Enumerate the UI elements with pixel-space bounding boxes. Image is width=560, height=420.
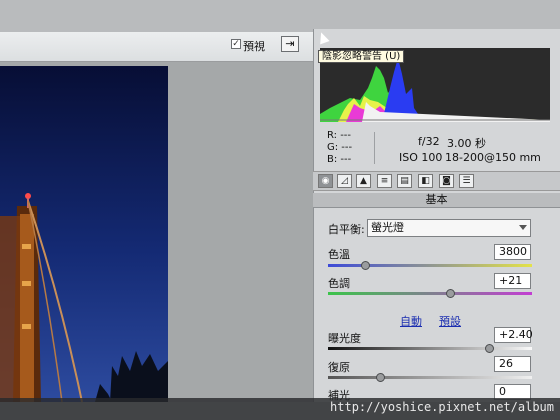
temperature-input[interactable]: 3800	[494, 244, 531, 260]
auto-link[interactable]: 自動	[400, 313, 422, 329]
watermark-bar: http://yoshice.pixnet.net/album	[0, 398, 560, 420]
temperature-slider[interactable]	[361, 261, 370, 270]
temperature-label: 色溫	[328, 248, 350, 261]
readout-r: R: ---	[327, 130, 352, 141]
section-title: 基本	[313, 193, 560, 208]
tint-track[interactable]	[328, 292, 532, 295]
readout-b: B: ---	[327, 154, 352, 165]
lens-icon[interactable]: ◧	[418, 174, 433, 188]
tint-label: 色調	[328, 277, 350, 290]
white-balance-label: 白平衡:	[328, 223, 365, 236]
chevron-down-icon[interactable]	[519, 225, 527, 230]
recovery-input[interactable]: 26	[494, 356, 531, 372]
split-icon[interactable]: ▤	[397, 174, 412, 188]
exposure-input[interactable]: +2.40	[494, 327, 533, 343]
default-link[interactable]: 預設	[439, 313, 461, 329]
photo-preview[interactable]	[0, 66, 168, 402]
recovery-label: 復原	[328, 361, 350, 374]
mountain-icon[interactable]: ▲	[356, 174, 371, 188]
fullscreen-toggle-icon[interactable]: ⇥	[281, 36, 299, 52]
aperture-value: f/32	[418, 135, 440, 148]
bridge-photo	[0, 66, 168, 402]
exposure-label: 曝光度	[328, 332, 361, 345]
recovery-slider[interactable]	[376, 373, 385, 382]
camera-icon[interactable]: ◙	[439, 174, 454, 188]
readout-g: G: ---	[327, 142, 353, 153]
white-balance-select[interactable]: 螢光燈	[367, 219, 531, 237]
exposure-track[interactable]	[328, 347, 532, 350]
iso-value: ISO 100	[399, 151, 443, 164]
curve-icon[interactable]: ◿	[337, 174, 352, 188]
shutter-value: 3.00 秒	[447, 137, 486, 150]
preview-checkbox[interactable]: ✓	[231, 39, 241, 49]
lines-icon[interactable]: ≡	[377, 174, 392, 188]
tint-input[interactable]: +21	[494, 273, 531, 289]
preview-toolbar	[0, 32, 313, 62]
aperture-icon[interactable]: ◉	[318, 174, 333, 188]
shadow-clipping-tooltip: 陰影忽略警告 (U)	[318, 50, 405, 63]
preset-icon[interactable]: ☰	[459, 174, 474, 188]
tint-slider[interactable]	[446, 289, 455, 298]
recovery-track[interactable]	[328, 376, 532, 379]
watermark-text: http://yoshice.pixnet.net/album	[330, 400, 554, 414]
preview-label: 預視	[243, 40, 265, 53]
readout-divider	[374, 132, 375, 164]
exposure-slider[interactable]	[485, 344, 494, 353]
temperature-track[interactable]	[328, 264, 532, 267]
lens-value: 18-200@150 mm	[445, 151, 541, 164]
